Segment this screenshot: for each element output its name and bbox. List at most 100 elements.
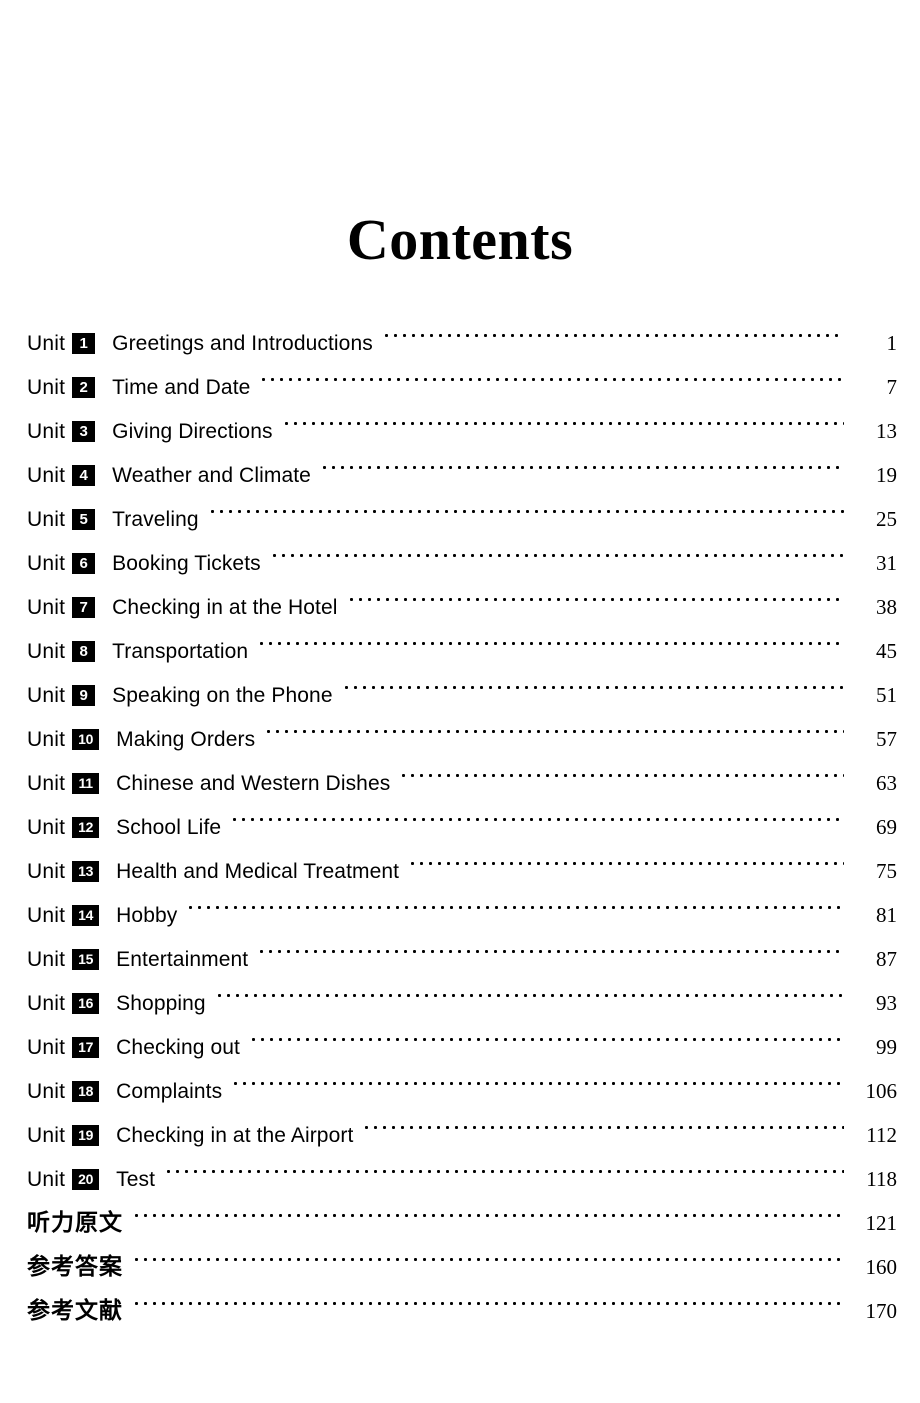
unit-number-badge: 7 xyxy=(72,597,96,618)
unit-word-label: Unit xyxy=(27,992,66,1015)
unit-number-badge: 8 xyxy=(72,641,96,662)
unit-number-badge: 19 xyxy=(72,1125,100,1146)
toc-page-number[interactable]: 170 xyxy=(853,1289,898,1333)
dot-leader xyxy=(349,570,844,614)
unit-number-badge: 13 xyxy=(72,861,100,882)
unit-word-label: Unit xyxy=(27,948,66,971)
unit-word-label: Unit xyxy=(27,1036,66,1059)
unit-number-badge: 14 xyxy=(72,905,100,926)
toc-page-number[interactable]: 51 xyxy=(853,673,897,717)
toc-page-number[interactable]: 63 xyxy=(853,761,897,805)
toc-page-number[interactable]: 57 xyxy=(853,717,897,761)
toc-entry-title[interactable]: Shopping xyxy=(116,982,206,1026)
dot-leader xyxy=(344,658,844,702)
unit-number-badge: 15 xyxy=(72,949,100,970)
toc-page-number[interactable]: 160 xyxy=(853,1245,898,1289)
unit-number-badge: 17 xyxy=(72,1037,100,1058)
unit-number-badge: 11 xyxy=(72,773,100,794)
dot-leader xyxy=(233,790,844,834)
dot-leader xyxy=(262,350,844,394)
unit-number-badge: 9 xyxy=(72,685,96,706)
toc-entry-title[interactable]: Giving Directions xyxy=(112,410,272,454)
toc-entry-title[interactable]: Complaints xyxy=(116,1070,222,1114)
dot-leader xyxy=(251,1010,844,1054)
toc-page-number[interactable]: 7 xyxy=(853,365,898,409)
toc-page-number[interactable]: 87 xyxy=(853,937,897,981)
unit-word-label: Unit xyxy=(27,904,66,927)
toc-entry-title[interactable]: Transportation xyxy=(112,630,248,674)
toc-page-number[interactable]: 1 xyxy=(853,321,898,365)
toc-entry-row[interactable]: Unit 1 Greetings and Introductions 1 xyxy=(27,306,897,355)
toc-page-number[interactable]: 112 xyxy=(853,1113,897,1157)
dot-leader xyxy=(217,966,844,1010)
toc-entry-title[interactable]: Booking Tickets xyxy=(112,542,261,586)
unit-number-badge: 4 xyxy=(72,465,96,486)
unit-number-badge: 3 xyxy=(72,421,96,442)
toc-entry-title[interactable]: Making Orders xyxy=(116,718,255,762)
toc-page-number[interactable]: 13 xyxy=(853,409,897,453)
toc-page-number[interactable]: 69 xyxy=(853,805,897,849)
toc-page-number[interactable]: 25 xyxy=(853,497,897,541)
unit-word-label: Unit xyxy=(27,772,66,795)
dot-leader xyxy=(267,702,844,746)
toc-page-number[interactable]: 45 xyxy=(853,629,897,673)
toc-page-number[interactable]: 19 xyxy=(853,453,897,497)
unit-word-label: Unit xyxy=(27,552,66,575)
toc-page-number[interactable]: 121 xyxy=(853,1201,898,1245)
dot-leader xyxy=(411,834,844,878)
toc-entry-title[interactable]: Hobby xyxy=(116,894,177,938)
unit-number-badge: 5 xyxy=(72,509,96,530)
toc-entry-row[interactable]: 参考文献 170 xyxy=(27,1274,897,1324)
dot-leader xyxy=(167,1142,844,1186)
toc-entry-title[interactable]: 参考答案 xyxy=(27,1245,123,1289)
toc-entry-row[interactable]: 听力原文 121 xyxy=(27,1186,897,1236)
unit-word-label: Unit xyxy=(27,640,66,663)
toc-page-number[interactable]: 118 xyxy=(853,1157,897,1201)
unit-number-badge: 18 xyxy=(72,1081,100,1102)
unit-number-badge: 12 xyxy=(72,817,100,838)
dot-leader xyxy=(384,306,844,350)
unit-number-badge: 1 xyxy=(72,333,96,354)
dot-leader xyxy=(135,1230,844,1274)
unit-word-label: Unit xyxy=(27,420,66,443)
toc-page-number[interactable]: 93 xyxy=(853,981,897,1025)
unit-word-label: Unit xyxy=(27,1168,66,1191)
dot-leader xyxy=(284,394,844,438)
toc-page-number[interactable]: 81 xyxy=(853,893,897,937)
dot-leader xyxy=(365,1098,844,1142)
toc-entry-title[interactable]: 参考文献 xyxy=(27,1289,123,1333)
toc-page-number[interactable]: 31 xyxy=(853,541,897,585)
unit-word-label: Unit xyxy=(27,596,66,619)
toc-entry-list: Unit 1 Greetings and Introductions 1 Unit 2 Ti… xyxy=(27,306,898,1324)
toc-entry-row[interactable]: 参考答案 160 xyxy=(27,1230,897,1280)
dot-leader xyxy=(402,746,844,790)
unit-word-label: Unit xyxy=(27,376,66,399)
unit-number-badge: 20 xyxy=(72,1169,100,1190)
toc-entry-title[interactable]: 听力原文 xyxy=(27,1201,123,1245)
dot-leader xyxy=(260,614,844,658)
unit-word-label: Unit xyxy=(27,816,66,839)
toc-entry-title[interactable]: Checking out xyxy=(116,1026,240,1070)
toc-page-number[interactable]: 99 xyxy=(853,1025,897,1069)
toc-entry-title[interactable]: School Life xyxy=(116,806,221,850)
unit-word-label: Unit xyxy=(27,1124,66,1147)
unit-number-badge: 2 xyxy=(72,377,96,398)
unit-number-badge: 16 xyxy=(72,993,100,1014)
unit-word-label: Unit xyxy=(27,332,66,355)
toc-page-number[interactable]: 38 xyxy=(853,585,897,629)
dot-leader xyxy=(260,922,844,966)
unit-word-label: Unit xyxy=(27,860,66,883)
unit-number-badge: 6 xyxy=(72,553,96,574)
unit-word-label: Unit xyxy=(27,464,66,487)
toc-entry-title[interactable]: Traveling xyxy=(112,498,199,542)
dot-leader xyxy=(135,1274,844,1318)
dot-leader xyxy=(322,438,844,482)
toc-entry-title[interactable]: Time and Date xyxy=(112,366,250,410)
dot-leader xyxy=(135,1186,844,1230)
toc-page-number[interactable]: 106 xyxy=(853,1069,898,1113)
unit-word-label: Unit xyxy=(27,1080,66,1103)
dot-leader xyxy=(272,526,844,570)
dot-leader xyxy=(210,482,844,526)
toc-page-number[interactable]: 75 xyxy=(853,849,897,893)
page-title: Contents xyxy=(346,206,574,272)
